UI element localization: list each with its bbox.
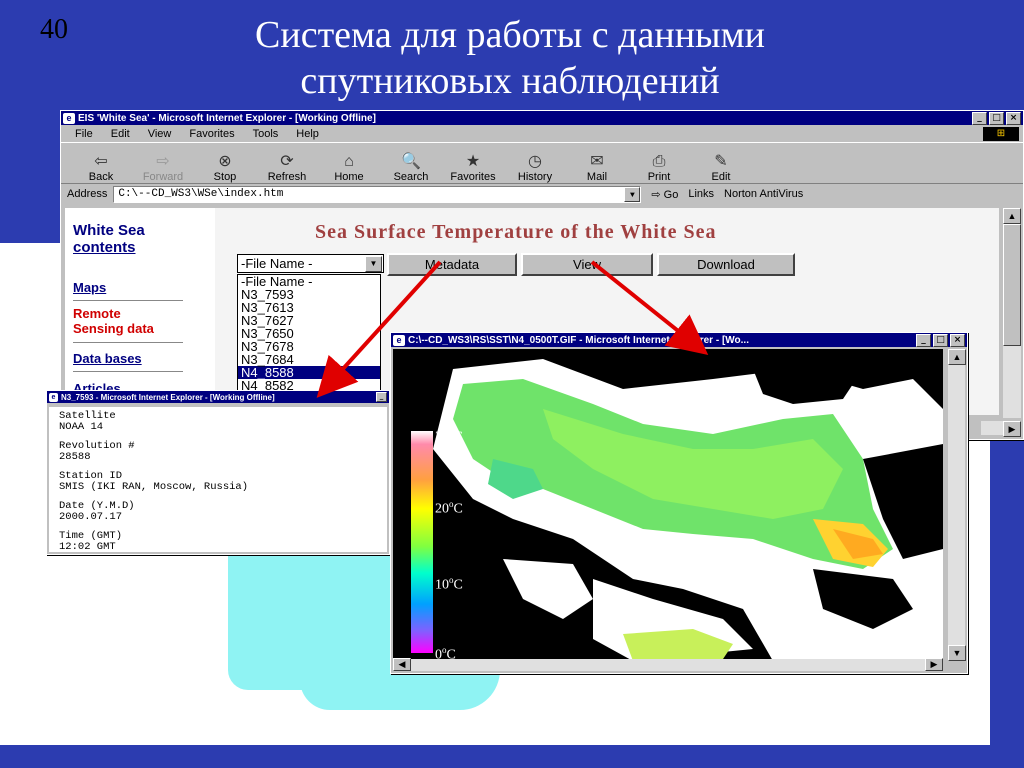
arrow-to-metadata — [316, 260, 442, 398]
annotation-arrows — [316, 260, 709, 398]
arrow-to-image — [590, 260, 709, 355]
